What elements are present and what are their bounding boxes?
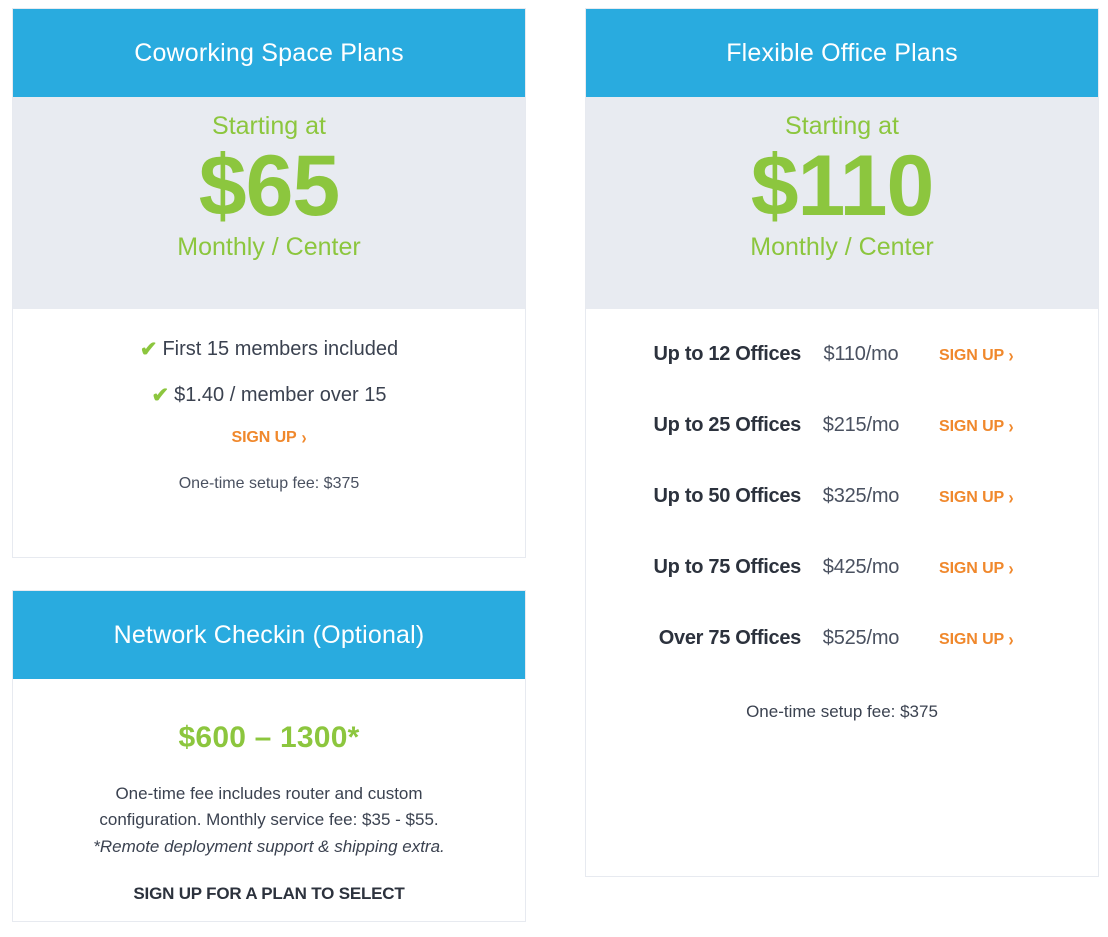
coworking-price-amount: $65 — [198, 137, 341, 234]
coworking-space-plans-card: Coworking Space Plans Starting at $65 Mo… — [12, 8, 526, 558]
sign-up-button[interactable]: SIGN UP › — [939, 631, 1014, 649]
feature-label: $1.40 / member over 15 — [174, 384, 387, 406]
plan-price: $325/mo — [822, 485, 900, 507]
flexible-office-card-title: Flexible Office Plans — [726, 39, 958, 67]
plan-price: $525/mo — [822, 627, 900, 649]
table-row: Over 75 Offices $525/mo SIGN UP › — [586, 627, 1098, 650]
coworking-signup-wrap: SIGN UP › — [13, 429, 525, 447]
coworking-price-panel: Starting at $65 Monthly / Center — [13, 97, 525, 309]
coworking-card-title: Coworking Space Plans — [134, 39, 404, 67]
plan-label: Up to 12 Offices — [653, 343, 802, 365]
flexible-office-price-period: Monthly / Center — [750, 233, 934, 262]
plan-price: $425/mo — [822, 556, 900, 578]
list-item: ✔ First 15 members included — [13, 337, 525, 361]
network-checkin-sign-up-button[interactable]: SIGN UP FOR A PLAN TO SELECT — [13, 884, 525, 904]
feature-label: First 15 members included — [162, 338, 399, 360]
plan-cta-cell: SIGN UP › — [921, 418, 1061, 436]
check-icon: ✔ — [139, 337, 158, 361]
plan-label: Up to 75 Offices — [653, 556, 802, 578]
chevron-right-icon: › — [1008, 630, 1014, 650]
sign-up-label: SIGN UP — [939, 418, 1005, 435]
plan-label: Up to 50 Offices — [653, 485, 802, 507]
chevron-right-icon: › — [301, 428, 307, 448]
chevron-right-icon: › — [1008, 346, 1014, 366]
network-checkin-card: Network Checkin (Optional) $600 – 1300* … — [12, 590, 526, 922]
table-row: Up to 50 Offices $325/mo SIGN UP › — [586, 485, 1098, 508]
chevron-right-icon: › — [1008, 417, 1014, 437]
list-item: ✔ $1.40 / member over 15 — [13, 383, 525, 407]
table-row: Up to 12 Offices $110/mo SIGN UP › — [586, 343, 1098, 366]
network-checkin-description: One-time fee includes router and custom … — [13, 781, 525, 860]
sign-up-label: SIGN UP — [939, 347, 1005, 364]
coworking-features-list: ✔ First 15 members included ✔ $1.40 / me… — [13, 309, 525, 493]
sign-up-button[interactable]: SIGN UP › — [939, 418, 1014, 436]
network-checkin-card-title: Network Checkin (Optional) — [113, 621, 425, 649]
coworking-price-period: Monthly / Center — [177, 233, 361, 262]
sign-up-label: SIGN UP — [939, 631, 1005, 648]
plan-cta-cell: SIGN UP › — [921, 560, 1061, 578]
flexible-office-plan-rows: Up to 12 Offices $110/mo SIGN UP › Up to… — [586, 309, 1098, 722]
network-checkin-description-line-2: configuration. Monthly service fee: $35 … — [99, 810, 439, 830]
flexible-office-card-header: Flexible Office Plans — [586, 9, 1098, 97]
coworking-starting-at-label: Starting at — [212, 112, 326, 140]
chevron-right-icon: › — [1008, 559, 1014, 579]
plan-label: Over 75 Offices — [658, 627, 802, 649]
network-checkin-description-line-1: One-time fee includes router and custom — [115, 784, 423, 803]
flexible-office-starting-at-label: Starting at — [785, 112, 899, 140]
plan-cta-cell: SIGN UP › — [921, 489, 1061, 507]
flexible-office-price-amount: $110 — [750, 137, 935, 234]
sign-up-label: SIGN UP — [939, 560, 1005, 577]
sign-up-button[interactable]: SIGN UP › — [939, 347, 1014, 365]
plan-price: $110/mo — [823, 343, 899, 365]
plan-cta-cell: SIGN UP › — [921, 347, 1061, 365]
coworking-setup-fee: One-time setup fee: $375 — [178, 475, 360, 492]
table-row: Up to 75 Offices $425/mo SIGN UP › — [586, 556, 1098, 579]
network-checkin-price-range: $600 – 1300* — [178, 721, 360, 754]
table-row: Up to 25 Offices $215/mo SIGN UP › — [586, 414, 1098, 437]
flexible-office-setup-fee: One-time setup fee: $375 — [746, 702, 938, 721]
sign-up-button[interactable]: SIGN UP › — [939, 489, 1014, 507]
check-icon: ✔ — [151, 383, 170, 407]
coworking-card-header: Coworking Space Plans — [13, 9, 525, 97]
sign-up-label: SIGN UP — [939, 489, 1005, 506]
chevron-right-icon: › — [1008, 488, 1014, 508]
network-checkin-card-header: Network Checkin (Optional) — [13, 591, 525, 679]
network-checkin-body: $600 – 1300* One-time fee includes route… — [13, 721, 525, 904]
plan-label: Up to 25 Offices — [653, 414, 802, 436]
coworking-sign-up-button[interactable]: SIGN UP › — [232, 429, 307, 447]
network-checkin-footnote: *Remote deployment support & shipping ex… — [93, 836, 445, 856]
flexible-office-plans-card: Flexible Office Plans Starting at $110 M… — [585, 8, 1099, 877]
plan-cta-cell: SIGN UP › — [921, 631, 1061, 649]
pricing-page: Coworking Space Plans Starting at $65 Mo… — [0, 0, 1108, 937]
flexible-office-price-panel: Starting at $110 Monthly / Center — [586, 97, 1098, 309]
coworking-sign-up-label: SIGN UP — [231, 429, 297, 446]
sign-up-button[interactable]: SIGN UP › — [939, 560, 1014, 578]
plan-price: $215/mo — [822, 414, 900, 436]
